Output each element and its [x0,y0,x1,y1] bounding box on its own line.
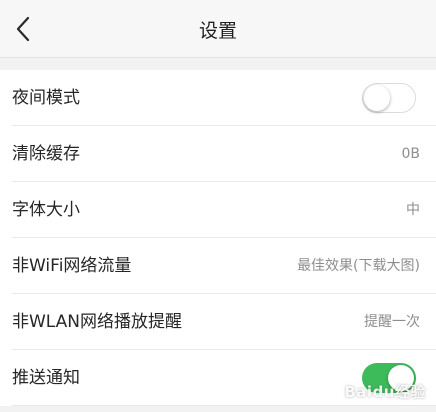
setting-clear-cache[interactable]: 清除缓存 0B [12,126,436,182]
setting-label: 夜间模式 [12,88,80,108]
setting-label: 非WiFi网络流量 [12,256,132,276]
setting-night-mode[interactable]: 夜间模式 [12,70,436,126]
baidu-watermark: Baidu经验 [344,383,426,401]
page-title: 设置 [198,20,237,42]
toggle-knob [364,85,390,111]
section-gap [0,58,436,70]
setting-value: 最佳效果(下载大图) [297,258,420,274]
setting-label: 推送通知 [12,368,80,388]
night-mode-toggle[interactable] [362,83,416,113]
setting-label: 字体大小 [12,200,80,220]
header-bar: 设置 [0,0,436,58]
setting-value: 提醒一次 [364,314,420,330]
setting-non-wifi-traffic[interactable]: 非WiFi网络流量 最佳效果(下载大图) [12,238,436,294]
setting-non-wlan-playback-reminder[interactable]: 非WLAN网络播放提醒 提醒一次 [12,294,436,350]
setting-label: 非WLAN网络播放提醒 [12,312,183,332]
settings-list: 夜间模式 清除缓存 0B 字体大小 中 非WiFi网络流量 最佳效果(下载大图)… [0,70,436,406]
setting-value: 中 [406,202,420,218]
setting-value: 0B [401,146,420,162]
setting-font-size[interactable]: 字体大小 中 [12,182,436,238]
setting-label: 清除缓存 [12,144,80,164]
